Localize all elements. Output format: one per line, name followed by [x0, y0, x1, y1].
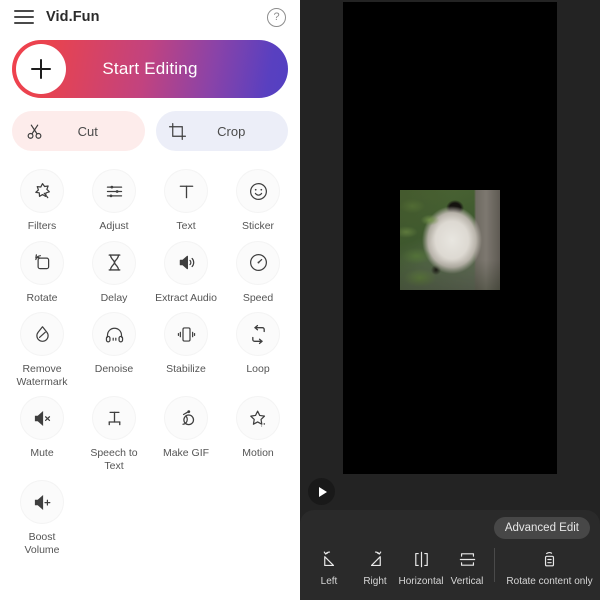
rotate-content-only-label: Rotate content only [506, 576, 593, 587]
app-root: Vid.Fun ? Start Editing Cut Crop Filters… [0, 0, 600, 600]
video-media-thumbnail[interactable] [400, 190, 500, 290]
flip-vertical-icon [458, 548, 477, 570]
quick-actions-row: Cut Crop [0, 98, 300, 151]
tool-label: Boost Volume [24, 531, 60, 556]
tool-label: Motion [242, 447, 274, 459]
tool-make-gif[interactable]: Make GIF [150, 388, 222, 472]
rotate-toolbar: Advanced Edit Left Right Horizontal Vert… [300, 510, 600, 600]
tool-motion[interactable]: Motion [222, 388, 294, 472]
droplet-slash-icon [20, 312, 64, 356]
app-header: Vid.Fun ? [0, 0, 300, 34]
tool-boost-volume[interactable]: Boost Volume [6, 472, 78, 556]
rotate-content-only-button[interactable]: Rotate content only [499, 548, 600, 587]
start-editing-container: Start Editing [0, 34, 300, 98]
rotate-left-label: Left [320, 576, 338, 587]
tool-label: Mute [30, 447, 54, 459]
flip-vertical-label: Vertical [450, 576, 484, 587]
flip-horizontal-label: Horizontal [398, 576, 444, 587]
headphones-icon [92, 312, 136, 356]
rotate-square-icon [20, 240, 64, 285]
help-circle-icon[interactable]: ? [267, 7, 286, 27]
page-title: Vid.Fun [46, 9, 100, 25]
loop-arrows-icon [236, 312, 280, 356]
rotate-left-icon [320, 548, 339, 570]
play-button[interactable] [308, 478, 335, 505]
tool-text[interactable]: Text [150, 161, 222, 233]
tool-speed[interactable]: Speed [222, 233, 294, 305]
tool-label: Make GIF [162, 447, 210, 459]
panda-image-overlay [400, 190, 500, 290]
magic-wand-icon [20, 169, 64, 213]
speaker-wave-icon [164, 240, 208, 285]
tool-remove-watermark[interactable]: Remove Watermark [6, 304, 78, 388]
speaker-plus-icon [20, 480, 64, 524]
tool-stabilize[interactable]: Stabilize [150, 304, 222, 388]
flip-horizontal-icon [412, 548, 431, 570]
tool-filters[interactable]: Filters [6, 161, 78, 233]
hamburger-icon[interactable] [14, 10, 34, 24]
tool-label: Delay [100, 291, 128, 304]
smiley-sticker-icon [236, 169, 280, 213]
plus-icon [16, 44, 66, 94]
tool-speech-to-text[interactable]: Speech to Text [78, 388, 150, 472]
crop-button[interactable]: Crop [155, 111, 288, 151]
tool-label: Speech to Text [90, 447, 138, 472]
speech-to-text-icon [92, 396, 136, 440]
start-editing-label: Start Editing [102, 59, 198, 78]
star-sparkle-icon [236, 396, 280, 440]
flip-vertical-button[interactable]: Vertical [444, 548, 490, 587]
rotate-content-icon [540, 548, 559, 570]
gif-circles-icon [164, 396, 208, 440]
tool-extract-audio[interactable]: Extract Audio [150, 233, 222, 305]
stabilize-phone-icon [164, 312, 208, 356]
advanced-edit-container: Advanced Edit [300, 510, 600, 539]
tool-label: Adjust [99, 220, 129, 232]
cut-button[interactable]: Cut [12, 111, 145, 151]
crop-icon [163, 116, 193, 146]
tool-denoise[interactable]: Denoise [78, 304, 150, 388]
tool-adjust[interactable]: Adjust [78, 161, 150, 233]
tool-label: Speed [242, 291, 274, 304]
sliders-icon [92, 169, 136, 213]
tool-label: Remove Watermark [16, 363, 68, 388]
play-triangle-icon [318, 486, 327, 497]
cut-label: Cut [77, 123, 98, 139]
tool-mute[interactable]: Mute [6, 388, 78, 472]
tool-label: Filters [27, 220, 57, 232]
tool-label: Denoise [94, 363, 134, 375]
speedometer-icon [236, 240, 280, 285]
crop-label: Crop [217, 123, 246, 139]
rotate-right-button[interactable]: Right [352, 548, 398, 587]
tool-label: Extract Audio [155, 291, 217, 304]
tool-label: Loop [246, 363, 270, 375]
flip-horizontal-button[interactable]: Horizontal [398, 548, 444, 587]
tool-sticker[interactable]: Sticker [222, 161, 294, 233]
editor-tools-panel: Vid.Fun ? Start Editing Cut Crop Filters… [0, 0, 300, 600]
tool-delay[interactable]: Delay [78, 233, 150, 305]
rotate-left-button[interactable]: Left [306, 548, 352, 587]
tool-label: Stabilize [166, 363, 206, 375]
preview-panel: Advanced Edit Left Right Horizontal Vert… [300, 0, 600, 600]
start-editing-button[interactable]: Start Editing [12, 40, 288, 98]
tool-label: Rotate [26, 291, 58, 304]
tool-grid: Filters Adjust Text Sticker Rotate Delay… [0, 151, 300, 556]
video-canvas[interactable] [343, 2, 557, 474]
tool-loop[interactable]: Loop [222, 304, 294, 388]
scissors-icon [19, 116, 49, 146]
rotate-right-label: Right [363, 576, 387, 587]
hourglass-icon [92, 240, 136, 285]
advanced-edit-button[interactable]: Advanced Edit [493, 517, 590, 539]
text-t-icon [164, 169, 208, 213]
rotate-options-row: Left Right Horizontal Vertical Rotate co… [300, 539, 600, 587]
rotate-right-icon [366, 548, 385, 570]
speaker-mute-icon [20, 396, 64, 440]
tool-rotate[interactable]: Rotate [6, 233, 78, 305]
tool-label: Text [176, 220, 196, 232]
tool-label: Sticker [241, 220, 275, 232]
toolbar-divider [494, 548, 495, 582]
